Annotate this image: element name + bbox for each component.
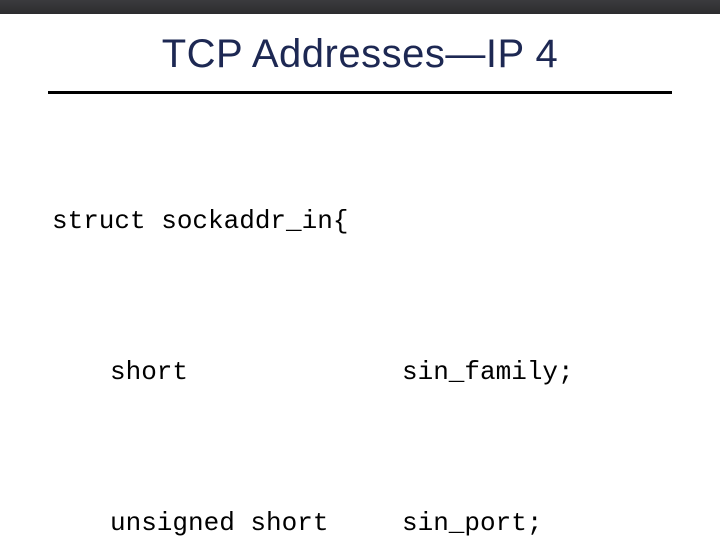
- code-field-row: short sin_family;: [52, 354, 672, 392]
- title-underline: [48, 91, 672, 94]
- code-field-row: unsigned short sin_port;: [52, 505, 672, 540]
- field-type: short: [52, 354, 188, 392]
- field-name: sin_family;: [402, 354, 672, 392]
- field-type: unsigned short: [52, 505, 328, 540]
- slide-body: TCP Addresses—IP 4 struct sockaddr_in{ s…: [0, 14, 720, 540]
- code-block: struct sockaddr_in{ short sin_family; un…: [48, 128, 672, 540]
- slide-title: TCP Addresses—IP 4: [48, 32, 672, 91]
- field-name: sin_port;: [402, 505, 672, 540]
- top-accent-bar: [0, 0, 720, 14]
- code-line-open: struct sockaddr_in{: [52, 203, 672, 241]
